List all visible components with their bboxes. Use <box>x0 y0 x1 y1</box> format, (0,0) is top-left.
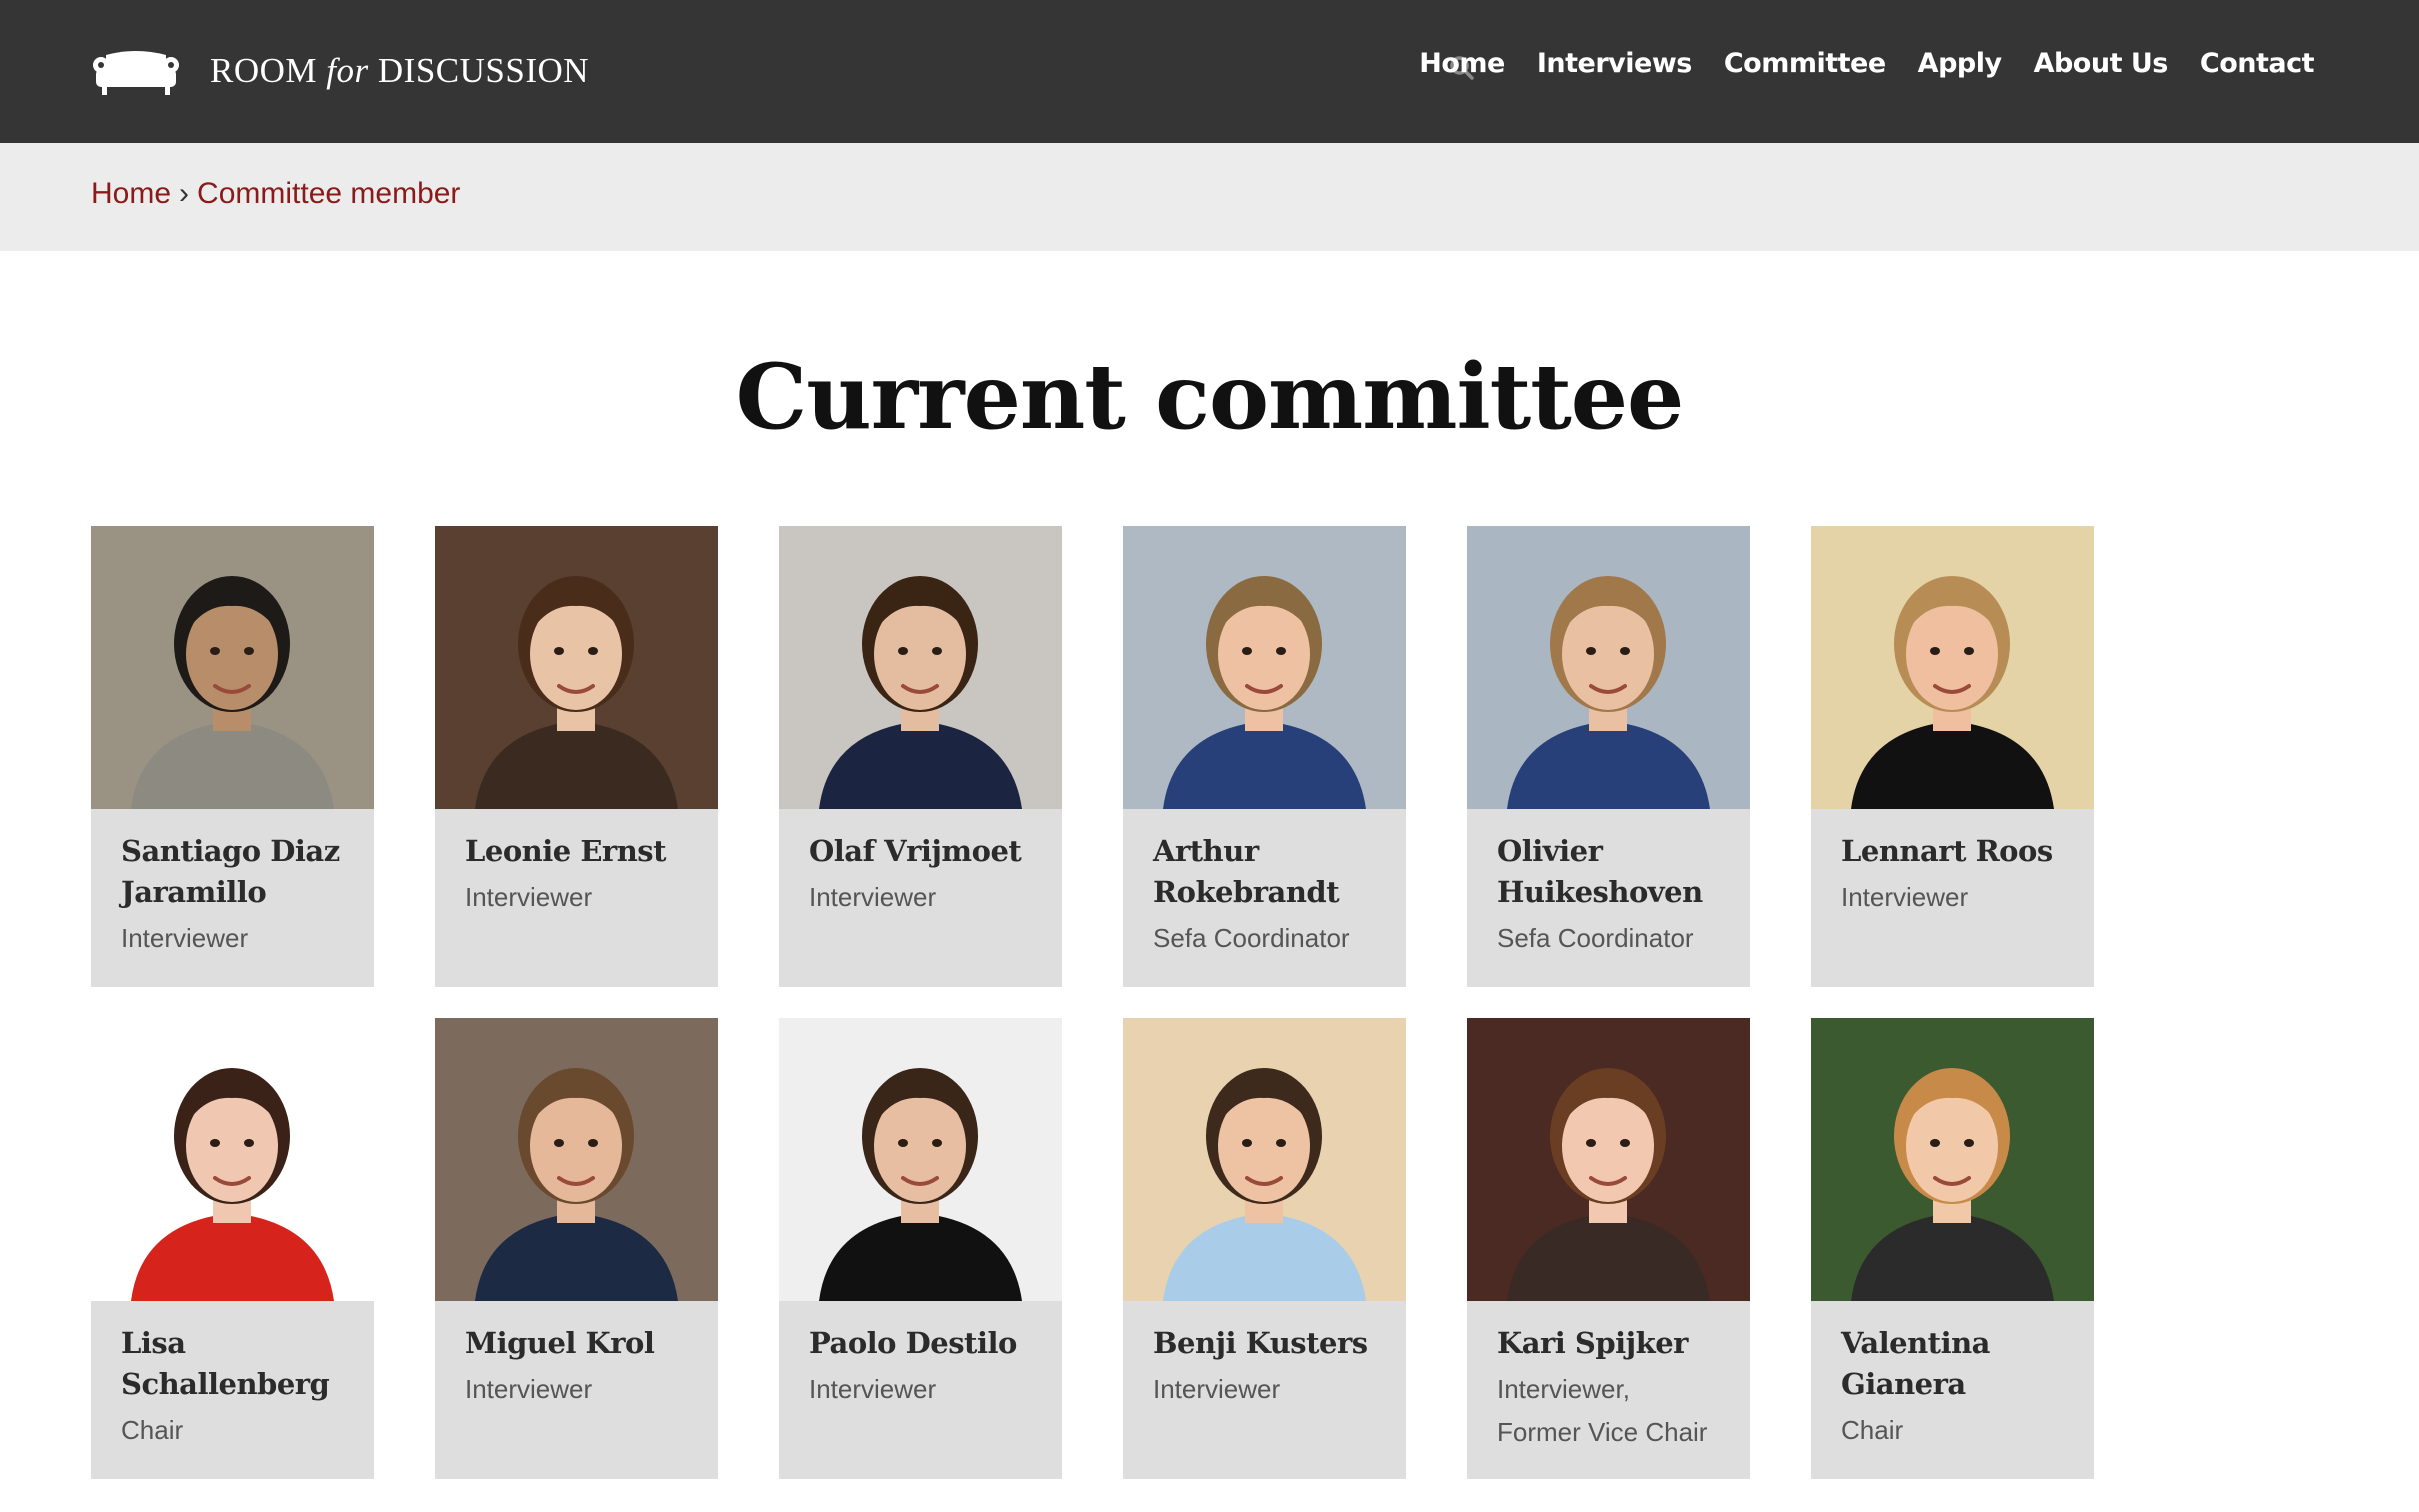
brand-text-post: DISCUSSION <box>368 51 590 90</box>
portrait-image <box>1123 1018 1406 1301</box>
member-name: Olaf Vrijmoet <box>809 834 1022 868</box>
member-photo <box>1467 1018 1750 1301</box>
member-card[interactable]: Lisa Schallenberg Chair <box>91 1018 374 1479</box>
breadcrumb-separator: › <box>179 177 190 210</box>
page-title: Current committee <box>735 344 1685 450</box>
portrait-image <box>91 526 374 809</box>
member-info: Kari Spijker Interviewer, Former Vice Cha… <box>1467 1301 1750 1454</box>
member-photo <box>1811 1018 2094 1301</box>
committee-grid: Santiago Diaz Jaramillo Interviewer Leonie… <box>91 526 2094 1479</box>
nav-about-us[interactable]: About Us <box>2034 48 2169 79</box>
member-info: Arthur Rokebrandt Sefa Coordinator <box>1123 809 1406 960</box>
member-name: Lennart Roos <box>1841 834 2053 868</box>
member-info: Olivier Huikeshoven Sefa Coordinator <box>1467 809 1750 960</box>
member-photo <box>1123 526 1406 809</box>
member-role: Sefa Coordinator <box>1497 923 1694 953</box>
member-photo <box>1467 526 1750 809</box>
brand-text-pre: ROOM <box>210 51 327 90</box>
breadcrumb-bar: Home › Committee member <box>0 143 2419 251</box>
site-header: ROOM for DISCUSSION Home Interviews Commit… <box>0 0 2419 143</box>
portrait-image <box>435 1018 718 1301</box>
portrait-image <box>779 1018 1062 1301</box>
member-card[interactable]: Santiago Diaz Jaramillo Interviewer <box>91 526 374 987</box>
member-card[interactable]: Valentina Gianera Chair <box>1811 1018 2094 1479</box>
member-card[interactable]: Arthur Rokebrandt Sefa Coordinator <box>1123 526 1406 987</box>
member-info: Leonie Ernst Interviewer <box>435 809 718 919</box>
member-card[interactable]: Kari Spijker Interviewer, Former Vice Cha… <box>1467 1018 1750 1479</box>
member-info: Olaf Vrijmoet Interviewer <box>779 809 1062 919</box>
member-name: Santiago Diaz Jaramillo <box>121 834 340 909</box>
member-info: Paolo Destilo Interviewer <box>779 1301 1062 1411</box>
member-name: Valentina Gianera <box>1841 1326 1990 1401</box>
member-role: Sefa Coordinator <box>1153 923 1350 953</box>
member-card[interactable]: Olivier Huikeshoven Sefa Coordinator <box>1467 526 1750 987</box>
nav-committee[interactable]: Committee <box>1724 48 1886 79</box>
site-logo[interactable]: ROOM for DISCUSSION <box>92 44 589 98</box>
breadcrumb-current[interactable]: Committee member <box>197 177 460 210</box>
brand-text-italic: for <box>326 51 369 90</box>
member-card[interactable]: Olaf Vrijmoet Interviewer <box>779 526 1062 987</box>
member-name: Paolo Destilo <box>809 1326 1017 1360</box>
member-role: Interviewer <box>121 923 249 953</box>
member-info: Santiago Diaz Jaramillo Interviewer <box>91 809 374 960</box>
member-photo <box>435 526 718 809</box>
main-nav: Home Interviews Committee Apply About Us Cont… <box>1419 48 2314 79</box>
member-card[interactable]: Lennart Roos Interviewer <box>1811 526 2094 987</box>
member-name: Olivier Huikeshoven <box>1497 834 1703 909</box>
portrait-image <box>1811 1018 2094 1301</box>
member-role: Interviewer <box>1841 882 1969 912</box>
portrait-image <box>1811 526 2094 809</box>
member-role: Interviewer <box>1153 1374 1281 1404</box>
portrait-image <box>779 526 1062 809</box>
nav-home[interactable]: Home <box>1419 48 1505 79</box>
member-info: Benji Kusters Interviewer <box>1123 1301 1406 1411</box>
member-name: Miguel Krol <box>465 1326 655 1360</box>
nav-contact[interactable]: Contact <box>2200 48 2315 79</box>
brand-name: ROOM for DISCUSSION <box>210 51 589 91</box>
member-photo <box>91 526 374 809</box>
portrait-image <box>435 526 718 809</box>
member-card[interactable]: Miguel Krol Interviewer <box>435 1018 718 1479</box>
member-photo <box>779 526 1062 809</box>
member-role: Interviewer <box>809 1374 937 1404</box>
member-role: Interviewer <box>465 1374 593 1404</box>
member-name: Benji Kusters <box>1153 1326 1368 1360</box>
member-name: Kari Spijker <box>1497 1326 1688 1360</box>
member-role: Chair <box>1841 1415 1904 1445</box>
breadcrumb: Home › Committee member <box>91 177 460 211</box>
nav-apply[interactable]: Apply <box>1918 48 2002 79</box>
member-role: Interviewer, Former Vice Chair <box>1497 1374 1708 1447</box>
member-info: Valentina Gianera Chair <box>1811 1301 2094 1452</box>
portrait-image <box>1467 1018 1750 1301</box>
portrait-image <box>91 1018 374 1301</box>
breadcrumb-home[interactable]: Home <box>91 177 171 210</box>
portrait-image <box>1467 526 1750 809</box>
member-photo <box>779 1018 1062 1301</box>
sofa-icon <box>93 51 179 95</box>
member-role: Chair <box>121 1415 184 1445</box>
portrait-image <box>1123 526 1406 809</box>
member-info: Lennart Roos Interviewer <box>1811 809 2094 919</box>
member-photo <box>1123 1018 1406 1301</box>
member-role: Interviewer <box>809 882 937 912</box>
member-card[interactable]: Leonie Ernst Interviewer <box>435 526 718 987</box>
member-role: Interviewer <box>465 882 593 912</box>
member-photo <box>435 1018 718 1301</box>
member-photo <box>1811 526 2094 809</box>
member-name: Lisa Schallenberg <box>121 1326 330 1401</box>
member-info: Lisa Schallenberg Chair <box>91 1301 374 1452</box>
member-info: Miguel Krol Interviewer <box>435 1301 718 1411</box>
nav-interviews[interactable]: Interviews <box>1537 48 1692 79</box>
member-photo <box>91 1018 374 1301</box>
member-card[interactable]: Paolo Destilo Interviewer <box>779 1018 1062 1479</box>
member-name: Arthur Rokebrandt <box>1153 834 1340 909</box>
member-card[interactable]: Benji Kusters Interviewer <box>1123 1018 1406 1479</box>
member-name: Leonie Ernst <box>465 834 667 868</box>
